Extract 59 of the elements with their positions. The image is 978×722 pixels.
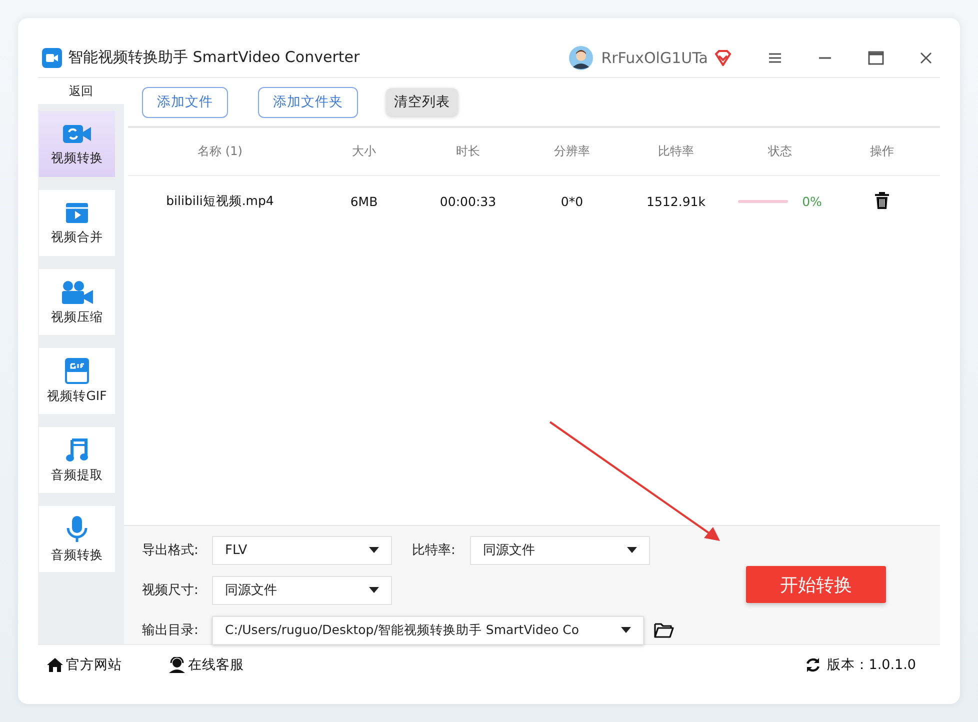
footer-link[interactable]: 在线客服 xyxy=(168,656,244,674)
toolbar-button[interactable]: 清空列表 xyxy=(386,88,458,116)
column-header: 大小 xyxy=(351,143,377,160)
close-icon[interactable] xyxy=(920,52,932,64)
sidebar-item[interactable]: 视频压缩 xyxy=(39,269,115,335)
progress-bar xyxy=(738,200,788,202)
avatar-icon xyxy=(569,46,594,70)
bitrate-dropdown[interactable]: 同源文件 xyxy=(470,536,650,564)
output-dropdown[interactable]: C:/Users/ruguo/Desktop/智能视频转换助手 SmartVideo Co xyxy=(212,616,644,644)
column-header: 比特率 xyxy=(657,143,695,160)
app-logo-icon xyxy=(42,48,62,68)
column-header: 分辨率 xyxy=(553,143,591,160)
toolbar-button[interactable]: 添加文件 xyxy=(142,86,228,118)
table-cell-text: 00:00:33 xyxy=(438,194,498,208)
table-cell-text: 0*0 xyxy=(560,194,584,208)
column-header: 时长 xyxy=(455,143,481,160)
format-label: 导出格式: xyxy=(142,542,200,559)
progress-percent: 0% xyxy=(802,194,822,208)
vip-diamond-icon[interactable] xyxy=(714,50,732,66)
home-icon xyxy=(46,657,64,673)
clapperboard-icon xyxy=(65,200,89,224)
table-cell-text: 1512.91k xyxy=(646,194,706,208)
footer-link[interactable]: 官方网站 xyxy=(46,656,122,674)
menu-icon[interactable] xyxy=(768,52,782,64)
bitrate-label: 比特率: xyxy=(412,542,456,559)
size-dropdown[interactable]: 同源文件 xyxy=(212,576,392,604)
caret-icon xyxy=(627,547,637,553)
back-button[interactable]: 返回 xyxy=(38,78,124,104)
delete-icon[interactable] xyxy=(874,192,890,210)
column-header: 操作 xyxy=(869,143,895,160)
minimize-icon[interactable] xyxy=(818,56,832,58)
microphone-icon xyxy=(65,514,89,542)
toolbar-button[interactable]: 添加文件夹 xyxy=(258,86,358,118)
caret-icon xyxy=(621,627,631,633)
video-camera-icon xyxy=(60,278,94,304)
table-cell-text: bilibili短视频.mp4 xyxy=(165,192,275,210)
refresh-icon[interactable] xyxy=(804,657,821,673)
user-name[interactable]: RrFuxOlG1UTa xyxy=(601,48,708,66)
column-header: 状态 xyxy=(767,143,793,160)
headset-person-icon xyxy=(168,657,186,673)
music-note-icon xyxy=(65,436,89,462)
format-dropdown[interactable]: FLV xyxy=(212,536,392,564)
size-label: 视频尺寸: xyxy=(142,582,200,599)
start-button[interactable]: 开始转换 xyxy=(746,566,886,603)
sidebar-item[interactable]: 视频合并 xyxy=(39,190,115,256)
output-label: 输出目录: xyxy=(142,622,200,639)
sidebar-item[interactable]: 视频转GIF xyxy=(39,348,115,414)
table-cell-text: 6MB xyxy=(349,194,379,208)
maximize-icon[interactable] xyxy=(868,50,884,64)
version-text: 版本：1.0.1.0 xyxy=(826,656,916,674)
gif-file-icon xyxy=(65,358,89,384)
sidebar-item[interactable]: 音频提取 xyxy=(39,427,115,493)
sidebar-item[interactable]: 视频转换 xyxy=(39,111,115,177)
column-header: 名称 (1) xyxy=(196,143,244,160)
window-title: 智能视频转换助手 SmartVideo Converter xyxy=(68,48,360,67)
folder-icon[interactable] xyxy=(654,622,674,638)
caret-icon xyxy=(369,587,379,593)
sidebar-item[interactable]: 音频转换 xyxy=(39,506,115,572)
caret-icon xyxy=(369,547,379,553)
